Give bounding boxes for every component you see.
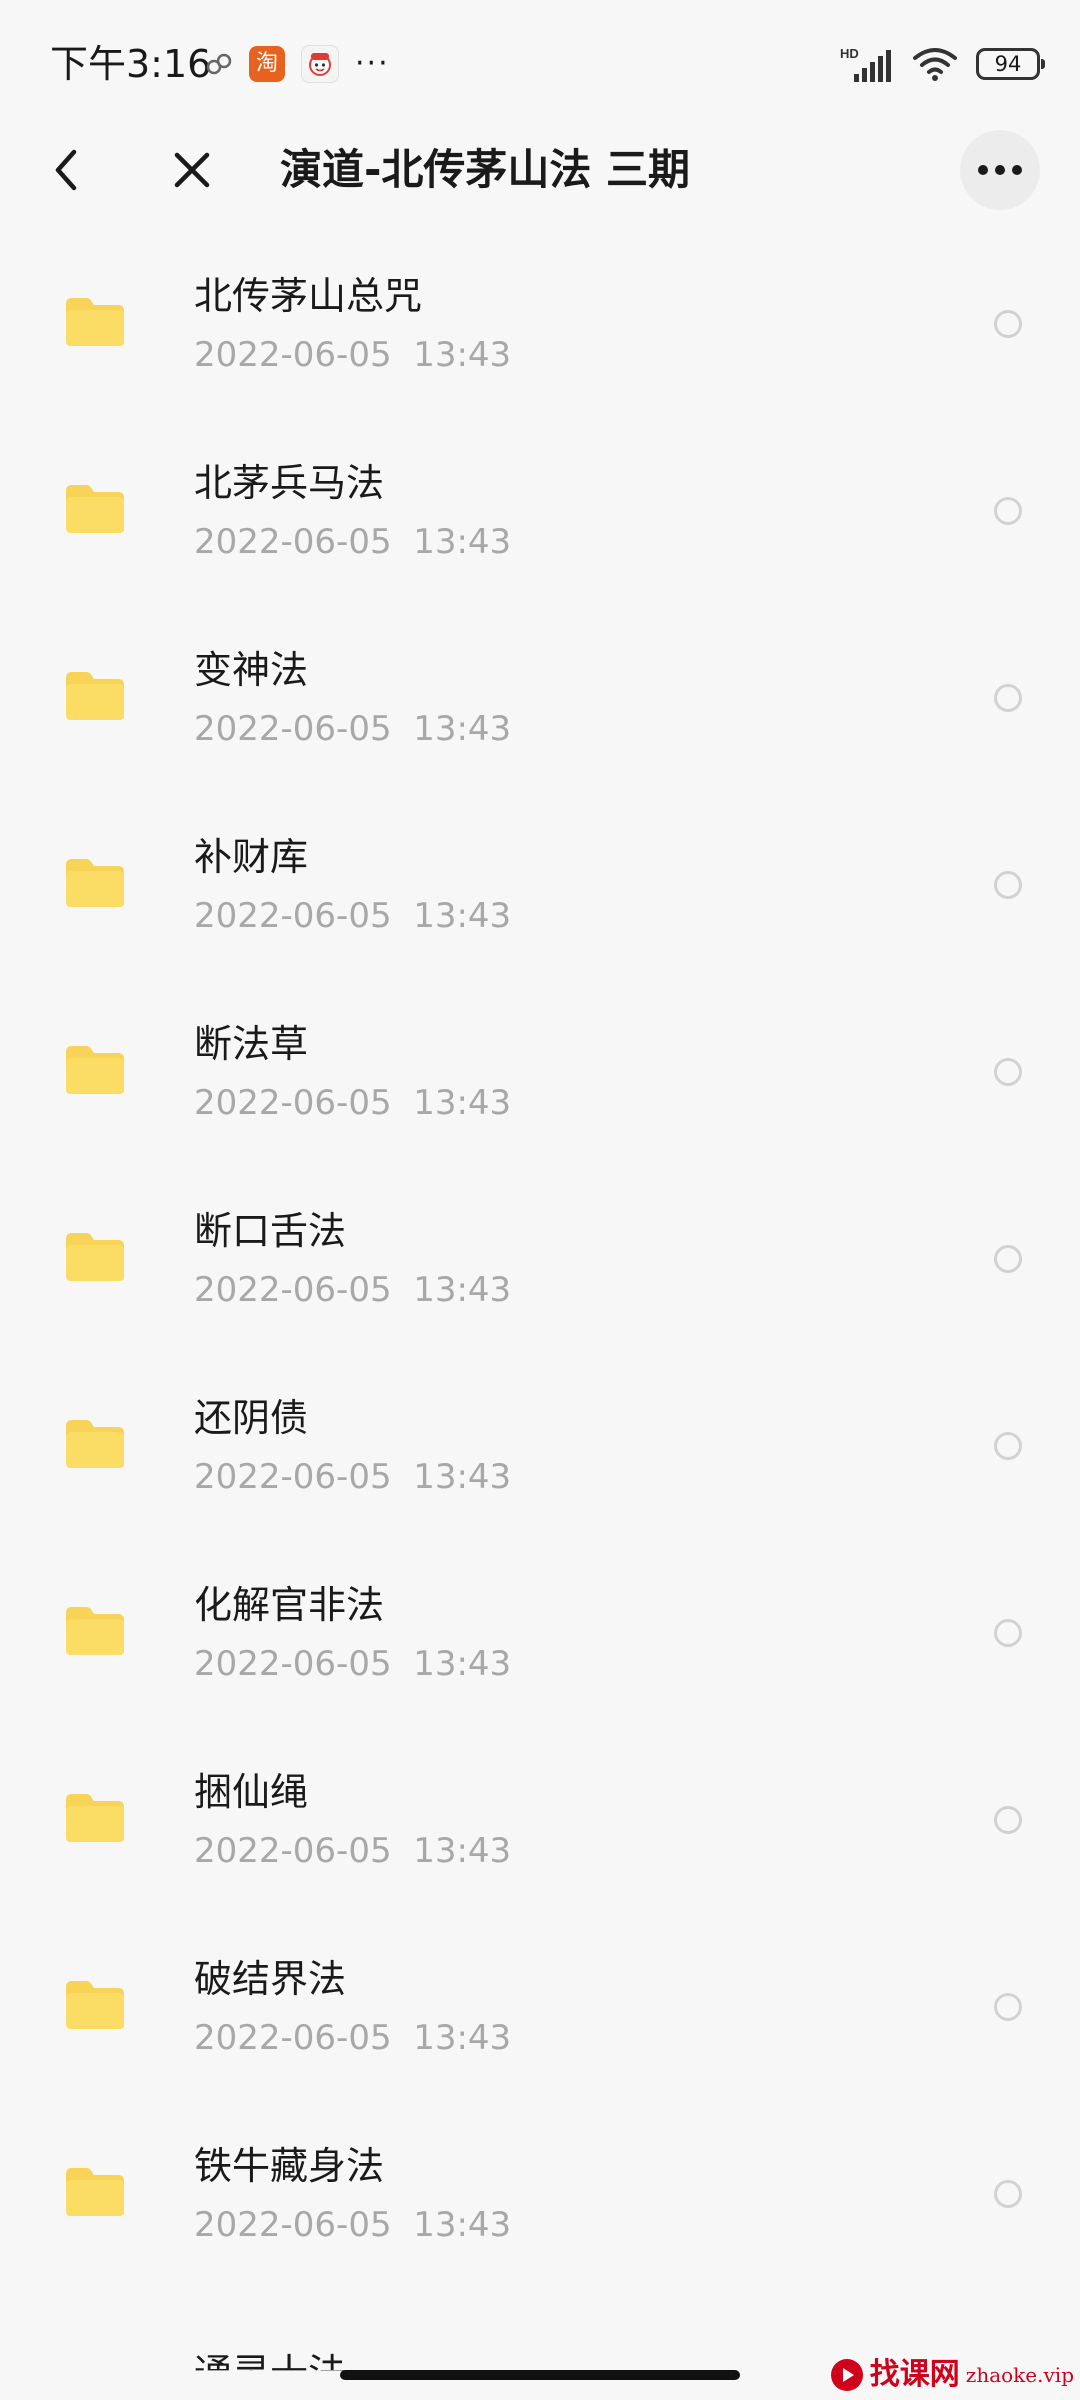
file-name: 化解官非法 — [194, 1583, 385, 1627]
status-bar: 下午3:16 淘 ··· HD 94 — [0, 0, 1080, 130]
taobao-app-icon: 淘 — [249, 46, 285, 82]
back-button[interactable] — [36, 140, 96, 200]
watermark-text-en: zhaoke.vip — [965, 2363, 1074, 2387]
select-radio[interactable] — [994, 1058, 1022, 1086]
file-date: 2022-06-05 13:43 — [194, 522, 512, 562]
folder-icon — [66, 1046, 124, 1094]
home-indicator[interactable] — [340, 2370, 740, 2380]
file-row[interactable]: 破结界法 2022-06-05 13:43 — [0, 1915, 1080, 2102]
status-right-cluster: HD 94 — [840, 42, 1045, 86]
file-name: 北茅兵马法 — [194, 461, 385, 505]
signal-icon: HD — [840, 46, 891, 82]
file-row[interactable]: 北茅兵马法 2022-06-05 13:43 — [0, 419, 1080, 606]
file-date: 2022-06-05 13:43 — [194, 1083, 512, 1123]
file-row[interactable]: 化解官非法 2022-06-05 13:43 — [0, 1541, 1080, 1728]
file-date: 2022-06-05 13:43 — [194, 1831, 512, 1871]
more-options-button[interactable] — [960, 130, 1040, 210]
file-date: 2022-06-05 13:43 — [194, 896, 512, 936]
file-name: 破结界法 — [194, 1957, 347, 2001]
more-notifications-dots: ··· — [355, 46, 390, 81]
jd-app-icon — [301, 45, 339, 83]
select-radio[interactable] — [994, 1993, 1022, 2021]
select-radio[interactable] — [994, 1245, 1022, 1273]
file-row[interactable]: 还阴债 2022-06-05 13:43 — [0, 1354, 1080, 1541]
file-row[interactable]: 捆仙绳 2022-06-05 13:43 — [0, 1728, 1080, 1915]
chevron-left-icon — [55, 149, 77, 191]
taobao-app-icon-label: 淘 — [255, 51, 278, 76]
file-row[interactable]: 铁牛藏身法 2022-06-05 13:43 — [0, 2102, 1080, 2289]
file-name: 北传茅山总咒 — [194, 274, 423, 318]
folder-icon — [66, 1981, 124, 2029]
select-radio[interactable] — [994, 684, 1022, 712]
mascot-icon — [309, 53, 331, 76]
select-radio[interactable] — [994, 1619, 1022, 1647]
status-time: 下午3:16 — [50, 42, 212, 86]
file-row[interactable]: 变神法 2022-06-05 13:43 — [0, 606, 1080, 793]
file-date: 2022-06-05 13:43 — [194, 1457, 512, 1497]
status-notification-icons: 淘 ··· — [205, 44, 390, 84]
top-bar: 演道-北传茅山法 三期 — [0, 120, 1080, 220]
file-row[interactable]: 断口舌法 2022-06-05 13:43 — [0, 1167, 1080, 1354]
file-name: 断法草 — [194, 1022, 309, 1066]
watermark: 找课网 zhaoke.vip — [830, 2354, 1074, 2396]
battery-icon: 94 — [976, 48, 1045, 80]
select-radio[interactable] — [994, 1806, 1022, 1834]
screen: 下午3:16 淘 ··· HD 94 演道-北传茅山法 三期 北传茅山总咒 20… — [0, 0, 1080, 2400]
file-date: 2022-06-05 13:43 — [194, 1270, 512, 1310]
file-list: 北传茅山总咒 2022-06-05 13:43 北茅兵马法 2022-06-05… — [0, 232, 1080, 2400]
select-radio[interactable] — [994, 2180, 1022, 2208]
file-date: 2022-06-05 13:43 — [194, 709, 512, 749]
file-name: 变神法 — [194, 648, 309, 692]
hd-label: HD — [840, 46, 859, 61]
file-name: 通灵十法 — [194, 2351, 347, 2395]
close-button[interactable] — [162, 140, 222, 200]
file-date: 2022-06-05 13:43 — [194, 1644, 512, 1684]
more-horizontal-icon — [978, 165, 1022, 175]
file-row[interactable]: 补财库 2022-06-05 13:43 — [0, 793, 1080, 980]
folder-icon — [66, 859, 124, 907]
wifi-icon — [913, 48, 957, 81]
folder-icon — [66, 485, 124, 533]
file-row[interactable]: 断法草 2022-06-05 13:43 — [0, 980, 1080, 1167]
folder-icon — [66, 1607, 124, 1655]
select-radio[interactable] — [994, 497, 1022, 525]
select-radio[interactable] — [994, 310, 1022, 338]
folder-icon — [66, 672, 124, 720]
select-radio[interactable] — [994, 1432, 1022, 1460]
folder-icon — [66, 1233, 124, 1281]
close-icon — [174, 152, 210, 188]
folder-icon — [66, 2168, 124, 2216]
select-radio[interactable] — [994, 871, 1022, 899]
file-row[interactable]: 北传茅山总咒 2022-06-05 13:43 — [0, 232, 1080, 419]
watermark-logo-icon — [830, 2359, 863, 2391]
battery-level: 94 — [994, 52, 1022, 76]
file-name: 捆仙绳 — [194, 1770, 309, 1814]
file-date: 2022-06-05 13:43 — [194, 335, 512, 375]
watermark-text-cn: 找课网 — [869, 2357, 960, 2392]
file-date: 2022-06-05 13:43 — [194, 2205, 512, 2245]
folder-icon — [66, 1794, 124, 1842]
page-title: 演道-北传茅山法 三期 — [280, 145, 691, 194]
file-name: 断口舌法 — [194, 1209, 347, 1253]
folder-icon — [66, 298, 124, 346]
file-name: 补财库 — [194, 835, 309, 879]
file-name: 还阴债 — [194, 1396, 309, 1440]
folder-icon — [66, 1420, 124, 1468]
link-icon — [206, 53, 232, 75]
file-date: 2022-06-05 13:43 — [194, 2018, 512, 2058]
file-name: 铁牛藏身法 — [194, 2144, 385, 2188]
